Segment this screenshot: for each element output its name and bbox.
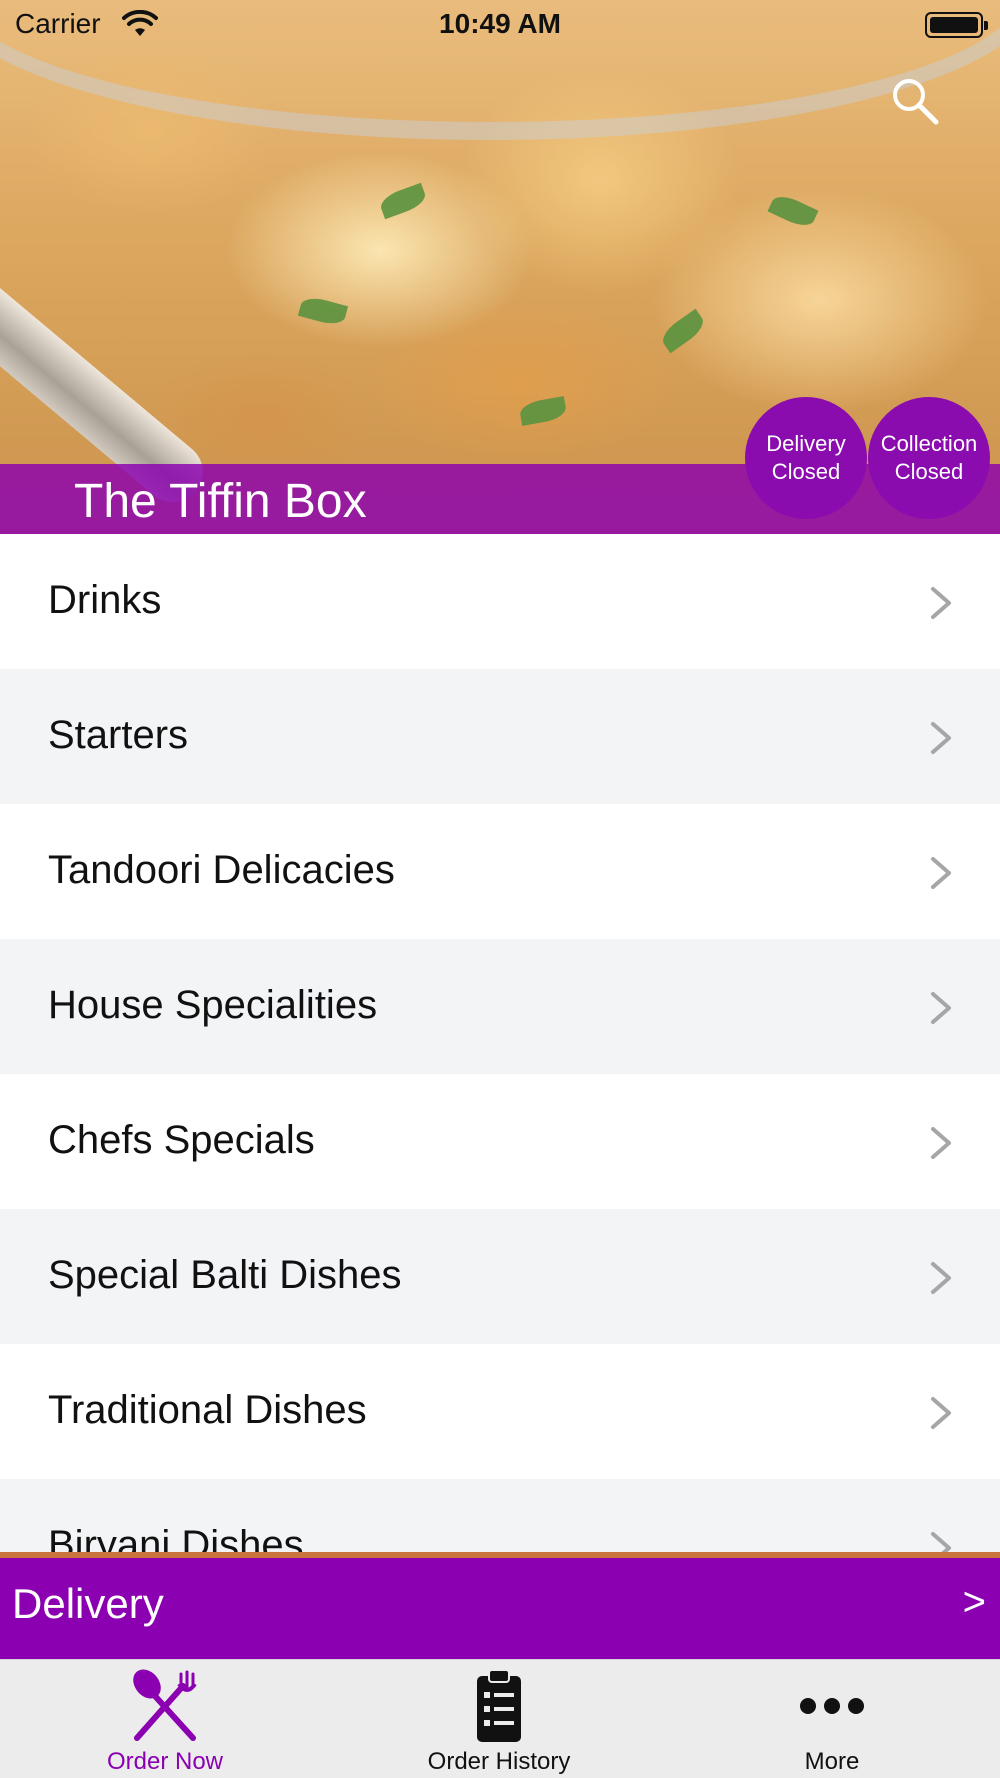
clock: 10:49 AM [439, 8, 561, 39]
menu-category-label: House Specialities [48, 983, 378, 1027]
delivery-arrow: > [962, 1580, 986, 1624]
tab-more[interactable]: More [667, 1660, 997, 1778]
delivery-mode-button[interactable]: Delivery > [0, 1552, 1000, 1659]
menu-category-drinks[interactable]: Drinks [0, 534, 1000, 669]
status-bar: Carrier 10:49 AM [0, 0, 1000, 50]
menu-category-label: Tandoori Delicacies [48, 848, 395, 892]
menu-category-starters[interactable]: Starters [0, 669, 1000, 804]
menu-category-house-specialities[interactable]: House Specialities [0, 939, 1000, 1074]
menu-category-chefs-specials[interactable]: Chefs Specials [0, 1074, 1000, 1209]
delivery-status-line2: Closed [771, 459, 841, 484]
tab-order-now[interactable]: Order Now [0, 1660, 330, 1778]
tab-order-history[interactable]: Order History [334, 1660, 664, 1778]
menu-category-label: Chefs Specials [48, 1118, 315, 1162]
search-icon[interactable] [888, 74, 942, 128]
chevron-right-icon [931, 1262, 951, 1294]
menu-category-biryani-dishes[interactable]: Biryani Dishes [0, 1479, 1000, 1552]
menu-category-tandoori-delicacies[interactable]: Tandoori Delicacies [0, 804, 1000, 939]
collection-status-badge: Collection Closed [868, 397, 990, 519]
tab-label: Order Now [106, 1748, 224, 1775]
bottom-tab-bar: Order Now Order History More [0, 1659, 1000, 1778]
battery-icon [925, 12, 988, 38]
tab-label: More [804, 1748, 860, 1775]
more-dots-icon [800, 1698, 864, 1714]
menu-category-list[interactable]: Drinks Starters Tandoori Delicacies Hous… [0, 534, 1000, 1552]
chevron-right-icon [931, 1397, 951, 1429]
menu-category-traditional-dishes[interactable]: Traditional Dishes [0, 1344, 1000, 1479]
delivery-status-line1: Delivery [766, 431, 846, 456]
collection-status-line1: Collection [880, 431, 978, 456]
chevron-right-icon [931, 722, 951, 754]
menu-category-label: Starters [48, 713, 189, 757]
chevron-right-icon [931, 1532, 951, 1552]
clipboard-list-icon [477, 1669, 521, 1742]
menu-category-label: Biryani Dishes [48, 1523, 304, 1552]
delivery-status-badge: Delivery Closed [745, 397, 867, 519]
menu-category-label: Traditional Dishes [48, 1388, 367, 1432]
menu-category-label: Special Balti Dishes [48, 1253, 402, 1297]
chevron-right-icon [931, 857, 951, 889]
menu-category-label: Drinks [48, 578, 162, 622]
menu-category-special-balti-dishes[interactable]: Special Balti Dishes [0, 1209, 1000, 1344]
tab-label: Order History [427, 1748, 571, 1775]
chevron-right-icon [931, 587, 951, 619]
delivery-mode-label: Delivery [12, 1580, 164, 1627]
fork-knife-icon [133, 1669, 197, 1741]
restaurant-name: The Tiffin Box [74, 475, 367, 528]
chevron-right-icon [931, 992, 951, 1024]
chevron-right-icon [931, 1127, 951, 1159]
collection-status-line2: Closed [894, 459, 964, 484]
